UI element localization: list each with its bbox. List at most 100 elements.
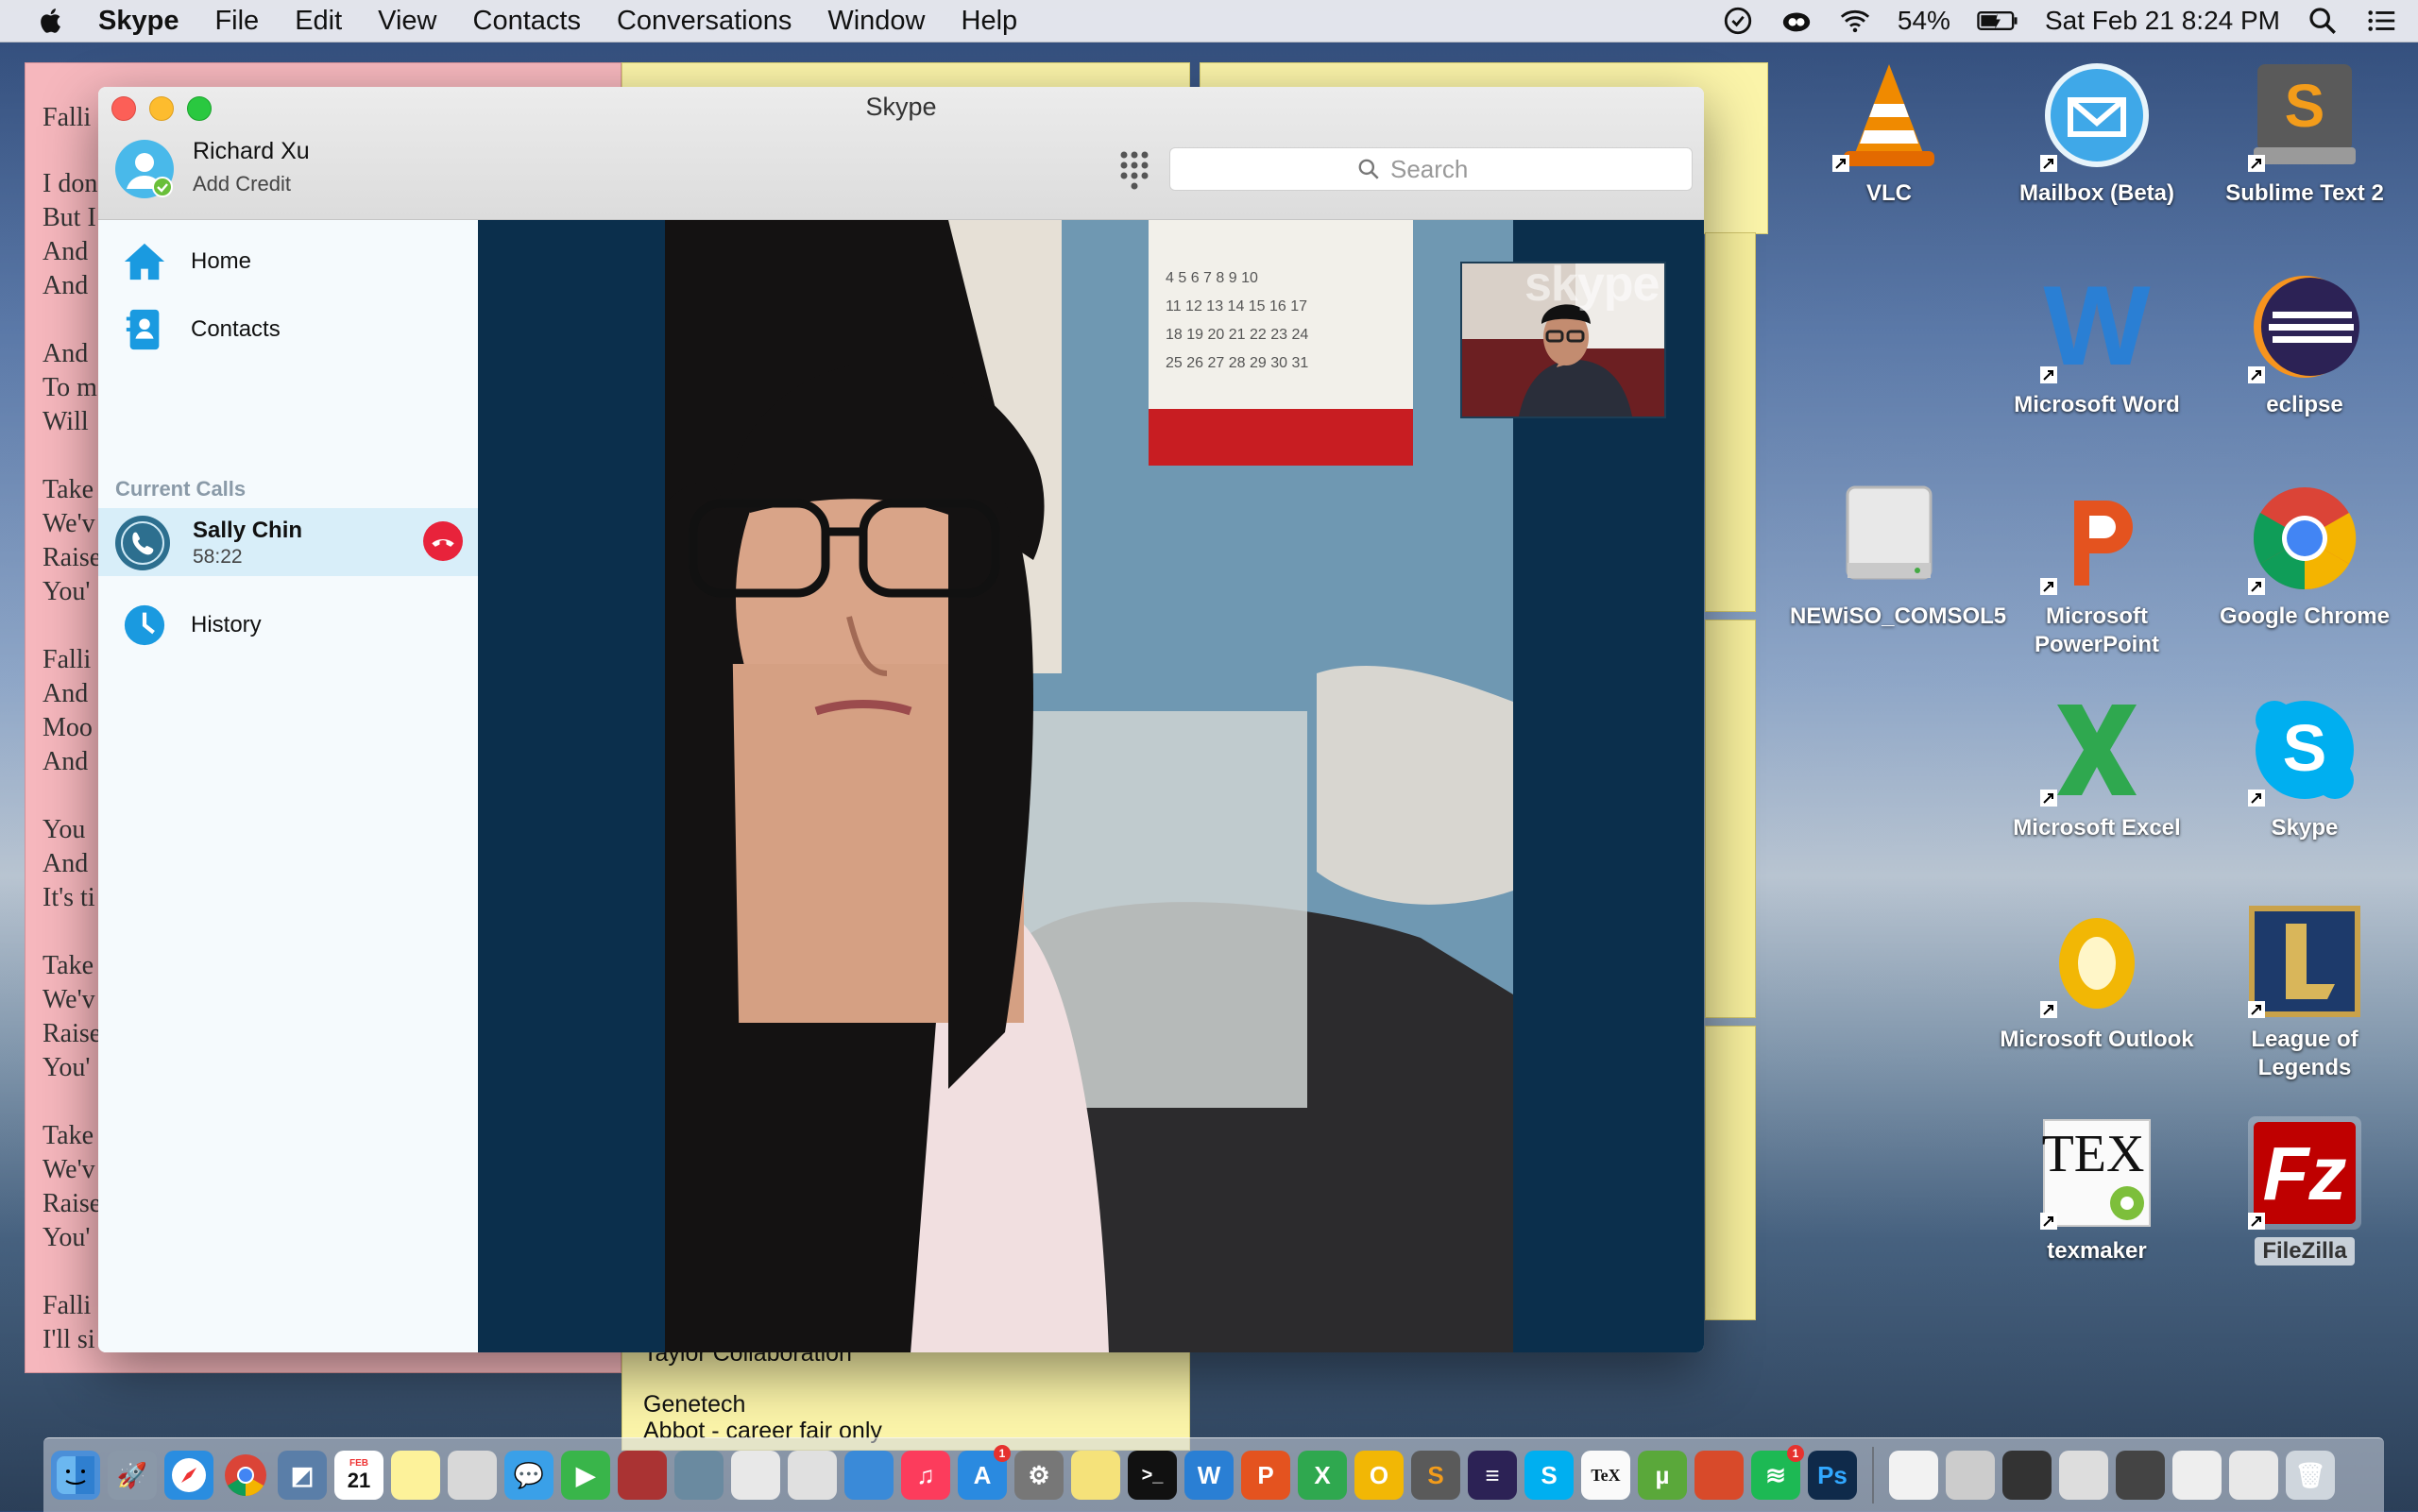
sticky-note-edge[interactable] bbox=[1705, 620, 1756, 1018]
note-line: We'v bbox=[43, 509, 95, 538]
note-line: And bbox=[43, 237, 89, 266]
desktop-icon-powerpoint[interactable]: Microsoft PowerPoint bbox=[1998, 482, 2196, 659]
dock-calendar-icon[interactable]: FEB 21 bbox=[334, 1451, 383, 1500]
search-box[interactable] bbox=[1169, 147, 1693, 191]
menu-conversations[interactable]: Conversations bbox=[617, 6, 792, 37]
dock-photo-icon[interactable] bbox=[1694, 1451, 1744, 1500]
dock-finder-icon[interactable] bbox=[51, 1451, 100, 1500]
dock-downloads-icon[interactable] bbox=[2229, 1451, 2278, 1500]
menu-contacts[interactable]: Contacts bbox=[473, 6, 581, 37]
dock-pages-icon[interactable] bbox=[731, 1451, 780, 1500]
svg-text:18 19 20 21 22 23 24: 18 19 20 21 22 23 24 bbox=[1166, 327, 1308, 343]
dock-trash-icon[interactable]: 🗑 bbox=[2286, 1451, 2335, 1500]
add-credit-link[interactable]: Add Credit bbox=[193, 172, 291, 196]
apple-icon[interactable] bbox=[38, 7, 66, 35]
video-call-area[interactable]: 4 5 6 7 8 9 10 11 12 13 14 15 16 17 18 1… bbox=[478, 220, 1704, 1352]
dock-preview-icon[interactable]: ◩ bbox=[278, 1451, 327, 1500]
dock-keynote-icon[interactable] bbox=[844, 1451, 894, 1500]
desktop-icon-chrome[interactable]: Google Chrome bbox=[2205, 482, 2404, 631]
desktop-icon-eclipse[interactable]: eclipse bbox=[2205, 270, 2404, 419]
note-line: I don bbox=[43, 169, 98, 198]
dock-terminal-icon[interactable]: >_ bbox=[1128, 1451, 1177, 1500]
dock-chrome-icon[interactable] bbox=[221, 1451, 270, 1500]
dock-utorrent-icon[interactable]: µ bbox=[1638, 1451, 1687, 1500]
notification-badge: 1 bbox=[994, 1445, 1011, 1462]
wifi-icon[interactable] bbox=[1839, 5, 1871, 37]
menu-app-skype[interactable]: Skype bbox=[98, 6, 179, 37]
dock-minimized-window-icon[interactable] bbox=[1946, 1451, 1995, 1500]
sticky-note-edge[interactable] bbox=[1705, 232, 1756, 612]
dock-powerpoint-icon[interactable]: P bbox=[1241, 1451, 1290, 1500]
desktop-icon-sublime[interactable]: S Sublime Text 2 bbox=[2205, 59, 2404, 208]
dock-minimized-window-icon[interactable] bbox=[2116, 1451, 2165, 1500]
remote-video-feed: 4 5 6 7 8 9 10 11 12 13 14 15 16 17 18 1… bbox=[665, 220, 1513, 1352]
dock-itunes-icon[interactable]: ♫ bbox=[901, 1451, 950, 1500]
note-line: Falli bbox=[43, 103, 92, 132]
sticky-note-edge[interactable] bbox=[1705, 1026, 1756, 1320]
desktop-icon-label: Microsoft Word bbox=[2014, 392, 2180, 417]
clock-check-icon[interactable] bbox=[1722, 5, 1754, 37]
desktop-icon-filezilla[interactable]: Fz FileZilla bbox=[2205, 1116, 2404, 1266]
menu-view[interactable]: View bbox=[378, 6, 436, 37]
profile-avatar[interactable] bbox=[115, 140, 174, 198]
dock-document-icon[interactable] bbox=[1889, 1451, 1938, 1500]
desktop-icon-excel[interactable]: Microsoft Excel bbox=[1998, 693, 2196, 842]
dock-sublime-icon[interactable]: S bbox=[1411, 1451, 1460, 1500]
note-line: Falli bbox=[43, 1291, 92, 1320]
search-input[interactable] bbox=[1388, 153, 1506, 185]
dock-notes-icon[interactable] bbox=[391, 1451, 440, 1500]
dialpad-icon[interactable] bbox=[1118, 149, 1150, 191]
menu-file[interactable]: File bbox=[214, 6, 259, 37]
desktop-icon-mailbox[interactable]: Mailbox (Beta) bbox=[1998, 59, 2196, 208]
spotlight-search-icon[interactable] bbox=[2307, 5, 2339, 37]
battery-charging-icon[interactable] bbox=[1977, 5, 2018, 37]
dock-minimized-window-icon[interactable] bbox=[2002, 1451, 2052, 1500]
dock-excel-icon[interactable]: X bbox=[1298, 1451, 1347, 1500]
desktop-icon-texmaker[interactable]: TEX texmaker bbox=[1998, 1116, 2196, 1266]
skype-window: Skype Richard Xu Add Credit Search Home … bbox=[98, 87, 1704, 1352]
profile-name[interactable]: Richard Xu bbox=[193, 138, 310, 165]
notification-center-icon[interactable] bbox=[2365, 5, 2397, 37]
desktop-icon-drive[interactable]: NEWiSO_COMSOL5 bbox=[1790, 482, 2006, 631]
dock-eclipse-icon[interactable]: ≡ bbox=[1468, 1451, 1517, 1500]
hang-up-button[interactable] bbox=[423, 521, 463, 561]
dock-messages-icon[interactable]: 💬 bbox=[504, 1451, 553, 1500]
contacts-book-icon bbox=[121, 306, 168, 353]
dock-iphoto-icon[interactable] bbox=[674, 1451, 724, 1500]
sidebar-item-contacts[interactable]: Contacts bbox=[98, 299, 478, 360]
desktop-icon-label: Skype bbox=[2271, 815, 2339, 841]
dock-word-icon[interactable]: W bbox=[1184, 1451, 1234, 1500]
dock-skype-icon[interactable]: S bbox=[1524, 1451, 1574, 1500]
dock-minimized-window-icon[interactable] bbox=[2059, 1451, 2108, 1500]
dock-stickies-icon[interactable] bbox=[1071, 1451, 1120, 1500]
desktop-icon-word[interactable]: W Microsoft Word bbox=[1998, 263, 2196, 419]
dock-contacts-icon[interactable] bbox=[448, 1451, 497, 1500]
note-line: Moo bbox=[43, 713, 93, 742]
dock-launchpad-icon[interactable]: 🚀 bbox=[108, 1451, 157, 1500]
dock-app-store-icon[interactable]: A1 bbox=[958, 1445, 1011, 1500]
eclipse-icon bbox=[2248, 270, 2361, 383]
dock-minimized-window-icon[interactable] bbox=[2172, 1451, 2222, 1500]
dock-spotify-icon[interactable]: ≋ 1 bbox=[1751, 1445, 1804, 1500]
dock-texmaker-icon[interactable]: TeX bbox=[1581, 1451, 1630, 1500]
menu-edit[interactable]: Edit bbox=[295, 6, 342, 37]
sidebar-item-home[interactable]: Home bbox=[98, 231, 478, 292]
dock-photo-booth-icon[interactable] bbox=[618, 1451, 667, 1500]
sidebar-item-history[interactable]: History bbox=[98, 595, 478, 655]
dock-numbers-icon[interactable] bbox=[788, 1451, 837, 1500]
dock-system-preferences-icon[interactable]: ⚙ bbox=[1014, 1451, 1064, 1500]
title-bar[interactable]: Skype Richard Xu Add Credit bbox=[98, 87, 1704, 220]
menu-clock[interactable]: Sat Feb 21 8:24 PM bbox=[2045, 6, 2280, 36]
dock-photoshop-icon[interactable]: Ps bbox=[1808, 1451, 1857, 1500]
dock-safari-icon[interactable] bbox=[164, 1451, 213, 1500]
menu-help[interactable]: Help bbox=[962, 6, 1018, 37]
desktop-icon-outlook[interactable]: Microsoft Outlook bbox=[1998, 905, 2196, 1054]
creative-cloud-icon[interactable] bbox=[1780, 5, 1813, 37]
menu-window[interactable]: Window bbox=[827, 6, 925, 37]
desktop-icon-skype[interactable]: S Skype bbox=[2205, 693, 2404, 842]
desktop-icon-vlc[interactable]: VLC bbox=[1790, 59, 1988, 208]
dock-facetime-icon[interactable]: ▶ bbox=[561, 1451, 610, 1500]
desktop-icon-league[interactable]: League of Legends bbox=[2205, 905, 2404, 1082]
dock-outlook-icon[interactable]: O bbox=[1354, 1451, 1404, 1500]
active-call-row[interactable]: Sally Chin 58:22 bbox=[98, 508, 478, 576]
